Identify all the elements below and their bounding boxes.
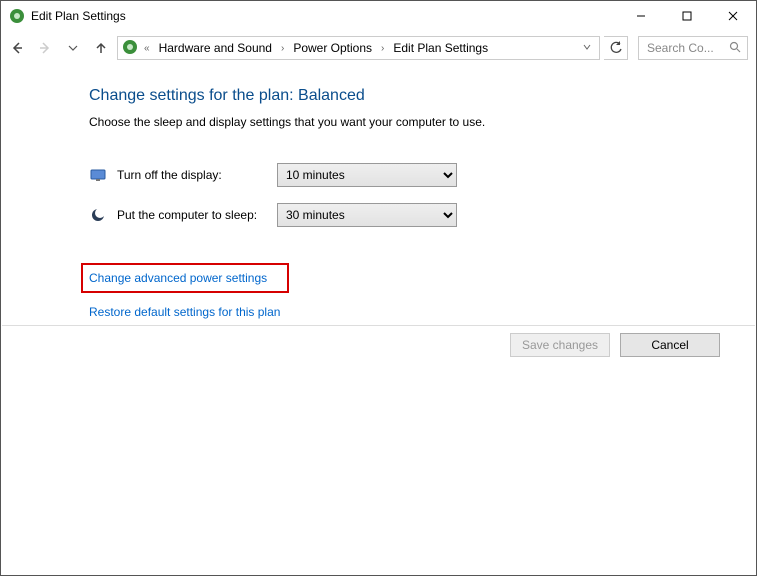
app-icon	[9, 8, 25, 24]
display-timeout-row: Turn off the display: 10 minutes	[89, 163, 696, 187]
cancel-button[interactable]: Cancel	[620, 333, 720, 357]
search-icon	[729, 41, 741, 56]
display-timeout-label: Turn off the display:	[117, 168, 277, 182]
title-bar: Edit Plan Settings	[1, 1, 756, 31]
window-title: Edit Plan Settings	[31, 9, 126, 23]
page-subtext: Choose the sleep and display settings th…	[89, 115, 696, 129]
sleep-timeout-label: Put the computer to sleep:	[117, 208, 277, 222]
address-icon	[122, 39, 138, 58]
footer-separator	[2, 325, 755, 326]
recent-locations-button[interactable]	[61, 36, 85, 60]
up-button[interactable]	[89, 36, 113, 60]
main-content: Change settings for the plan: Balanced C…	[1, 65, 756, 337]
breadcrumb-item[interactable]: Power Options	[290, 39, 375, 57]
sleep-timeout-row: Put the computer to sleep: 30 minutes	[89, 203, 696, 227]
chevron-right-icon: ›	[379, 43, 386, 54]
address-dropdown-button[interactable]	[579, 43, 595, 54]
back-button[interactable]	[5, 36, 29, 60]
footer-buttons: Save changes Cancel	[510, 333, 720, 357]
breadcrumb-item[interactable]: Edit Plan Settings	[390, 39, 491, 57]
display-timeout-select[interactable]: 10 minutes	[277, 163, 457, 187]
sleep-timeout-select[interactable]: 30 minutes	[277, 203, 457, 227]
nav-bar: « Hardware and Sound › Power Options › E…	[1, 31, 756, 65]
advanced-power-settings-link[interactable]: Change advanced power settings	[81, 263, 289, 293]
forward-button[interactable]	[33, 36, 57, 60]
search-box[interactable]	[638, 36, 748, 60]
search-input[interactable]	[645, 40, 719, 56]
moon-icon	[89, 206, 107, 224]
minimize-button[interactable]	[618, 1, 664, 31]
close-button[interactable]	[710, 1, 756, 31]
refresh-button[interactable]	[604, 36, 628, 60]
restore-defaults-link[interactable]: Restore default settings for this plan	[89, 305, 280, 319]
maximize-button[interactable]	[664, 1, 710, 31]
chevron-right-icon: ›	[279, 43, 286, 54]
breadcrumb-item[interactable]: Hardware and Sound	[156, 39, 275, 57]
monitor-icon	[89, 166, 107, 184]
page-title: Change settings for the plan: Balanced	[89, 87, 696, 105]
save-button: Save changes	[510, 333, 610, 357]
address-bar[interactable]: « Hardware and Sound › Power Options › E…	[117, 36, 600, 60]
breadcrumb-prefix: «	[142, 43, 152, 54]
